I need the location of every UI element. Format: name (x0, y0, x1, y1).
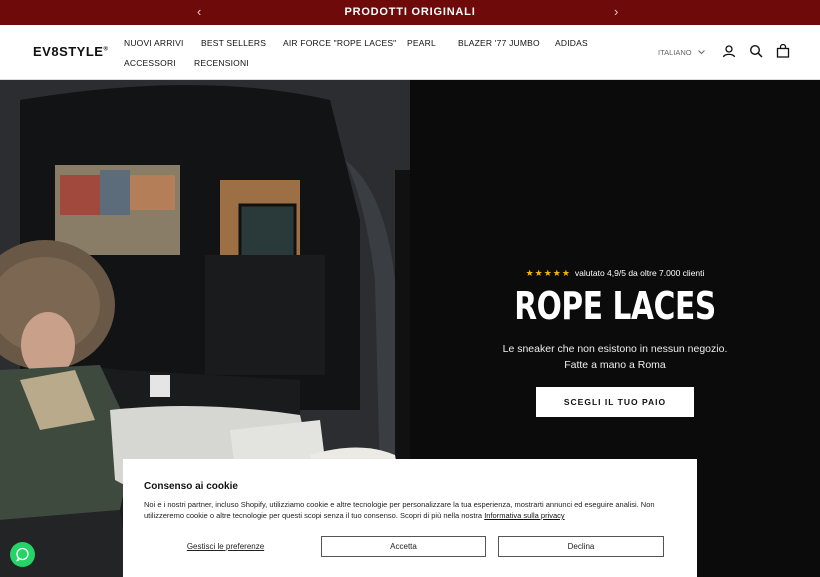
nav-item-best-sellers[interactable]: BEST SELLERS (201, 38, 266, 48)
nav-item-blazer[interactable]: BLAZER '77 JUMBO (458, 38, 540, 48)
nav-item-nuovi-arrivi[interactable]: NUOVI ARRIVI (124, 38, 184, 48)
hero-subtitle: Le sneaker che non esistono in nessun ne… (502, 343, 728, 371)
language-selector[interactable]: ITALIANO (658, 48, 705, 57)
consent-title: Consenso ai cookie (144, 481, 238, 492)
cookie-consent-dialog: Consenso ai cookie Noi e i nostri partne… (123, 459, 697, 577)
nav-item-adidas[interactable]: ADIDAS (555, 38, 588, 48)
nav-item-air-force[interactable]: AIR FORCE "ROPE LACES" (283, 38, 396, 48)
consent-body: Noi e i nostri partner, incluso Shopify,… (144, 500, 655, 520)
account-icon[interactable] (722, 44, 736, 58)
rating-text: valutato 4,9/5 da oltre 7.000 clienti (574, 268, 705, 278)
announcement-bar: ‹ PRODOTTI ORIGINALI › (0, 0, 820, 25)
cta-button[interactable]: SCEGLI IL TUO PAIO (536, 387, 694, 417)
hero-title: ROPE LACES (514, 284, 716, 328)
rating-badge: ★★★★★ valutato 4,9/5 da oltre 7.000 clien… (410, 268, 820, 279)
search-icon[interactable] (749, 44, 763, 58)
decline-button[interactable]: Declina (498, 536, 664, 557)
privacy-policy-link[interactable]: Informativa sulla privacy (484, 511, 564, 520)
site-header: EV8STYLE® NUOVI ARRIVI BEST SELLERS AIR … (0, 25, 820, 80)
announcement-text: PRODOTTI ORIGINALI (344, 6, 476, 18)
nav-item-accessori[interactable]: ACCESSORI (124, 58, 176, 68)
site-logo[interactable]: EV8STYLE® (33, 44, 108, 59)
chevron-down-icon (697, 50, 705, 55)
star-rating-icon: ★★★★★ (525, 268, 571, 278)
nav-item-recensioni[interactable]: RECENSIONI (194, 58, 249, 68)
nav-item-pearl[interactable]: PEARL (407, 38, 436, 48)
accept-button[interactable]: Accetta (321, 536, 486, 557)
cart-icon[interactable] (776, 44, 790, 58)
chevron-right-icon[interactable]: › (614, 4, 618, 19)
whatsapp-icon (16, 547, 29, 562)
whatsapp-chat-button[interactable] (10, 542, 35, 567)
manage-preferences-button[interactable]: Gestisci le preferenze (168, 536, 283, 557)
